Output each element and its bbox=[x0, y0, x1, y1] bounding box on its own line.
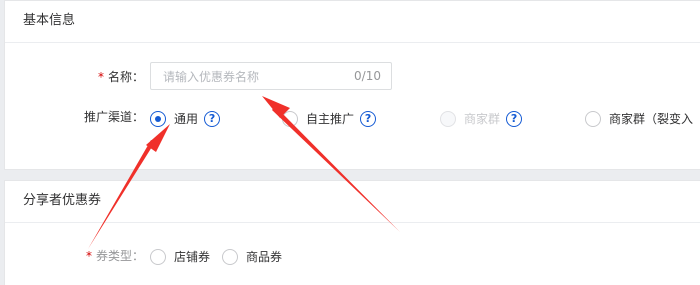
radio-channel-merchant-group-fission[interactable]: 商家群（裂变入 bbox=[585, 110, 693, 127]
radio-label-self-promotion: 自主推广 bbox=[306, 112, 355, 126]
help-circle-icon[interactable]: ? bbox=[360, 110, 377, 127]
radio-label-merchant-group: 商家群 bbox=[464, 112, 501, 126]
help-circle-icon[interactable]: ? bbox=[506, 110, 523, 127]
radio-channel-general[interactable]: 通用 ? bbox=[150, 110, 221, 127]
coupon-name-counter: 0/10 bbox=[354, 69, 381, 83]
required-mark: * bbox=[97, 69, 104, 84]
radio-channel-merchant-group: 商家群 ? bbox=[440, 110, 523, 127]
sharer-coupon-title: 分享者优惠券 bbox=[5, 181, 700, 223]
radio-channel-self-promotion[interactable]: 自主推广 ? bbox=[282, 110, 377, 127]
name-label-wrap: * 名称： bbox=[0, 68, 144, 85]
sharer-coupon-card: 分享者优惠券 bbox=[4, 180, 700, 285]
radio-coupon-type-product[interactable]: 商品券 bbox=[222, 248, 282, 265]
coupon-type-row: * 券类型： bbox=[0, 247, 148, 264]
coupon-type-label: 券类型： bbox=[95, 249, 144, 263]
coupon-type-label-wrap: * 券类型： bbox=[0, 247, 144, 264]
radio-label-merchant-group-fission: 商家群（裂变入 bbox=[609, 112, 694, 126]
coupon-name-input[interactable]: 请输入优惠券名称 0/10 bbox=[150, 62, 392, 90]
radio-label-general: 通用 bbox=[174, 112, 199, 126]
radio-circle-icon bbox=[282, 110, 298, 127]
coupon-name-placeholder: 请输入优惠券名称 bbox=[163, 69, 260, 84]
radio-circle-icon bbox=[222, 248, 238, 265]
radio-circle-checked-icon bbox=[150, 110, 166, 127]
name-label: 名称： bbox=[107, 69, 144, 84]
radio-label-product-coupon: 商品券 bbox=[246, 250, 283, 264]
basic-info-title: 基本信息 bbox=[5, 1, 700, 43]
channel-label: 推广渠道： bbox=[83, 110, 144, 124]
radio-label-store-coupon: 店铺券 bbox=[174, 250, 211, 264]
radio-circle-icon bbox=[585, 110, 601, 127]
name-row: * 名称： 请输入优惠券名称 0/10 bbox=[0, 62, 392, 90]
required-mark: * bbox=[85, 249, 92, 263]
radio-circle-icon bbox=[150, 248, 166, 265]
help-circle-icon[interactable]: ? bbox=[204, 110, 221, 127]
radio-coupon-type-store[interactable]: 店铺券 bbox=[150, 248, 210, 265]
radio-circle-disabled-icon bbox=[440, 110, 456, 127]
